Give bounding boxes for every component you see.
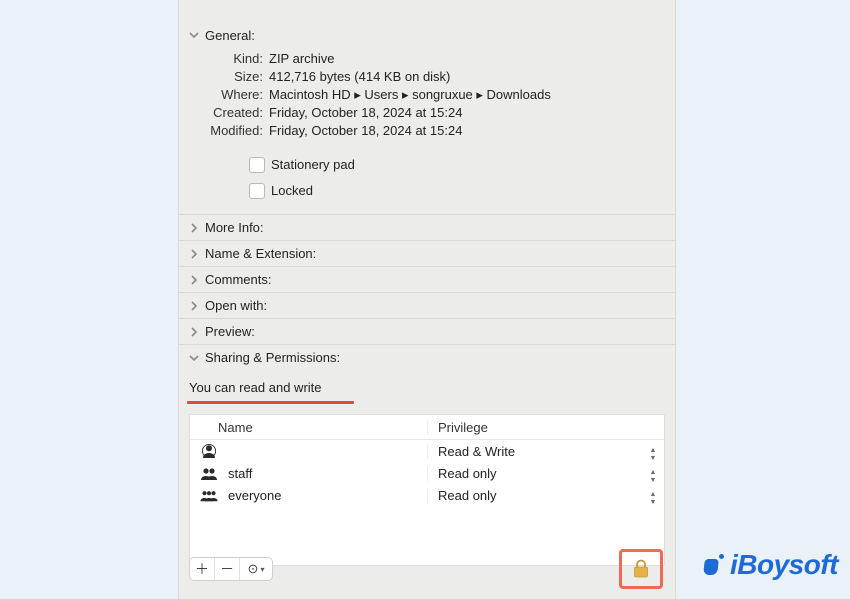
kv-modified: Modified: Friday, October 18, 2024 at 15…: [189, 122, 665, 140]
kv-where-value: Macintosh HD ▸ Users ▸ songruxue ▸ Downl…: [269, 86, 665, 104]
action-menu-button[interactable]: ⊙ ▾: [240, 558, 272, 580]
kv-where: Where: Macintosh HD ▸ Users ▸ songruxue …: [189, 86, 665, 104]
table-row[interactable]: staff Read only ▲▼: [190, 462, 664, 484]
section-preview-label: Preview:: [205, 324, 255, 339]
chevron-right-icon: [189, 275, 199, 285]
kv-size-label: Size:: [189, 68, 263, 86]
perm-name: staff: [228, 466, 252, 481]
chevron-right-icon: [189, 327, 199, 337]
perm-privilege: Read only: [438, 466, 497, 481]
lock-icon[interactable]: [632, 559, 650, 579]
kv-size: Size: 412,716 bytes (414 KB on disk): [189, 68, 665, 86]
section-preview-header[interactable]: Preview:: [179, 318, 675, 344]
locked-label: Locked: [271, 182, 313, 200]
sharing-message: You can read and write: [189, 380, 665, 399]
privilege-stepper-icon[interactable]: ▲▼: [648, 490, 658, 508]
section-general-label: General:: [205, 28, 255, 43]
section-name-ext-header[interactable]: Name & Extension:: [179, 240, 675, 266]
user-icon: [200, 444, 218, 458]
table-row[interactable]: Read & Write ▲▼: [190, 440, 664, 462]
kv-created: Created: Friday, October 18, 2024 at 15:…: [189, 104, 665, 122]
permissions-col-name[interactable]: Name: [190, 420, 427, 435]
permissions-col-privilege[interactable]: Privilege: [427, 420, 664, 435]
annotation-underline: [187, 401, 354, 404]
brand-watermark: iBoysoft: [704, 549, 838, 581]
chevron-right-icon: [189, 223, 199, 233]
chevron-down-icon: [189, 353, 199, 363]
chevron-right-icon: [189, 249, 199, 259]
plus-icon: ＋: [195, 559, 209, 579]
perm-privilege: Read only: [438, 488, 497, 503]
ellipsis-circle-icon: ⊙: [248, 561, 259, 577]
stationery-pad-label: Stationery pad: [271, 156, 355, 174]
permissions-table: Name Privilege Read & Write ▲▼: [189, 414, 665, 566]
permissions-table-header: Name Privilege: [190, 415, 664, 440]
annotation-lock-highlight: [619, 549, 663, 589]
general-body: Kind: ZIP archive Size: 412,716 bytes (4…: [179, 48, 675, 214]
permissions-toolbar: ＋ － ⊙ ▾: [189, 557, 273, 581]
sharing-body: You can read and write Name Privilege Re…: [179, 370, 675, 566]
section-sharing-label: Sharing & Permissions:: [205, 350, 340, 365]
locked-checkbox[interactable]: [249, 183, 265, 199]
minus-icon: －: [220, 559, 234, 579]
stationery-pad-checkbox[interactable]: [249, 157, 265, 173]
privilege-stepper-icon[interactable]: ▲▼: [648, 468, 658, 486]
group-icon: [200, 466, 218, 480]
section-open-with-header[interactable]: Open with:: [179, 292, 675, 318]
kv-modified-value: Friday, October 18, 2024 at 15:24: [269, 122, 665, 140]
kv-modified-label: Modified:: [189, 122, 263, 140]
perm-privilege: Read & Write: [438, 444, 515, 459]
add-button[interactable]: ＋: [190, 558, 214, 580]
everyone-icon: [200, 488, 218, 502]
kv-where-label: Where:: [189, 86, 263, 104]
section-sharing-header[interactable]: Sharing & Permissions:: [179, 344, 675, 370]
kv-created-label: Created:: [189, 104, 263, 122]
perm-name: everyone: [228, 488, 281, 503]
section-name-ext-label: Name & Extension:: [205, 246, 316, 261]
kv-size-value: 412,716 bytes (414 KB on disk): [269, 68, 665, 86]
stationery-pad-row[interactable]: Stationery pad: [249, 156, 665, 174]
section-open-with-label: Open with:: [205, 298, 267, 313]
kv-created-value: Friday, October 18, 2024 at 15:24: [269, 104, 665, 122]
remove-button[interactable]: －: [215, 558, 239, 580]
get-info-window: General: Kind: ZIP archive Size: 412,716…: [178, 0, 676, 599]
locked-row[interactable]: Locked: [249, 182, 665, 200]
chevron-down-icon: ▾: [260, 565, 264, 574]
brand-text: iBoysoft: [730, 549, 838, 581]
section-more-info-header[interactable]: More Info:: [179, 214, 675, 240]
brand-logo-icon: [704, 554, 726, 576]
kv-kind: Kind: ZIP archive: [189, 50, 665, 68]
chevron-right-icon: [189, 301, 199, 311]
section-comments-label: Comments:: [205, 272, 271, 287]
table-row[interactable]: everyone Read only ▲▼: [190, 484, 664, 506]
kv-kind-value: ZIP archive: [269, 50, 665, 68]
section-comments-header[interactable]: Comments:: [179, 266, 675, 292]
chevron-down-icon: [189, 30, 199, 40]
privilege-stepper-icon[interactable]: ▲▼: [648, 446, 658, 464]
section-general-header[interactable]: General:: [179, 0, 675, 48]
kv-kind-label: Kind:: [189, 50, 263, 68]
permissions-rows: Read & Write ▲▼ staff Read only ▲▼: [190, 440, 664, 565]
section-more-info-label: More Info:: [205, 220, 264, 235]
